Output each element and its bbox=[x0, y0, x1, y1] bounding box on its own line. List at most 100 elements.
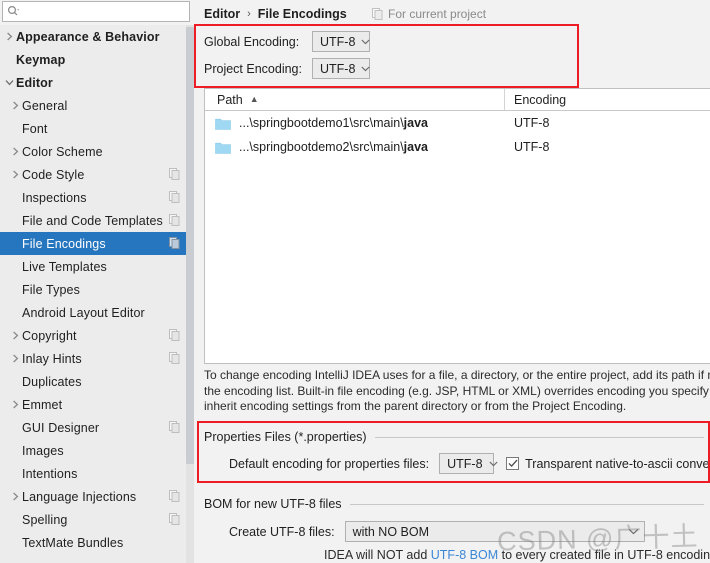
bom-create-combo[interactable]: with NO BOM bbox=[344, 521, 645, 542]
sidebar-item-label: GUI Designer bbox=[22, 420, 100, 435]
table-description-line-3: inherit encoding settings from the paren… bbox=[204, 399, 627, 413]
chevron-down-icon bbox=[2, 78, 16, 87]
chevron-down-icon bbox=[361, 39, 371, 45]
global-encoding-row: Global Encoding: UTF-8 bbox=[204, 31, 371, 52]
sidebar-item-label: File Types bbox=[22, 282, 80, 297]
section-divider bbox=[349, 503, 704, 505]
bom-create-value: with NO BOM bbox=[352, 524, 429, 539]
sidebar-item-keymap[interactable]: Keymap bbox=[0, 48, 186, 71]
properties-section-title: Properties Files (*.properties) bbox=[204, 430, 704, 444]
chevron-down-icon bbox=[361, 66, 371, 72]
cell-path-text: ...\springbootdemo2\src\main\java bbox=[239, 140, 428, 154]
cell-path: ...\springbootdemo1\src\main\java bbox=[205, 116, 505, 130]
sidebar-item-inlay-hints[interactable]: Inlay Hints bbox=[0, 347, 186, 370]
bom-hint: IDEA will NOT add UTF-8 BOM to every cre… bbox=[324, 548, 710, 562]
table-row[interactable]: ...\springbootdemo2\src\main\java UTF-8 bbox=[205, 135, 710, 159]
cell-encoding[interactable]: UTF-8 bbox=[505, 140, 710, 154]
sidebar-item-gui-designer[interactable]: GUI Designer bbox=[0, 416, 186, 439]
path-leaf: java bbox=[403, 116, 429, 130]
chevron-down-icon bbox=[628, 528, 639, 535]
search-input[interactable] bbox=[20, 4, 189, 19]
sidebar-item-label: Font bbox=[22, 121, 48, 136]
sidebar-item-live-templates[interactable]: Live Templates bbox=[0, 255, 186, 278]
project-scope-badge-icon bbox=[169, 237, 180, 249]
sidebar-item-emmet[interactable]: Emmet bbox=[0, 393, 186, 416]
project-scope-badge-icon bbox=[169, 513, 180, 525]
chevron-right-icon bbox=[2, 32, 16, 41]
path-prefix: ...\springbootdemo1\src\main\ bbox=[239, 116, 404, 130]
cell-encoding[interactable]: UTF-8 bbox=[505, 116, 710, 130]
settings-tree[interactable]: Appearance & Behavior Keymap Editor General… bbox=[0, 25, 186, 563]
sidebar-item-label: Images bbox=[22, 443, 64, 458]
sidebar-item-textmate-bundles[interactable]: TextMate Bundles bbox=[0, 531, 186, 554]
sidebar-item-label: Language Injections bbox=[22, 489, 137, 504]
sidebar-item-code-style[interactable]: Code Style bbox=[0, 163, 186, 186]
sidebar-item-inspections[interactable]: Inspections bbox=[0, 186, 186, 209]
sidebar-item-label: Emmet bbox=[22, 397, 63, 412]
folder-icon bbox=[215, 117, 231, 130]
sidebar-item-images[interactable]: Images bbox=[0, 439, 186, 462]
table-description: To change encoding IntelliJ IDEA uses fo… bbox=[204, 368, 710, 415]
settings-sidebar: Appearance & Behavior Keymap Editor General… bbox=[0, 0, 194, 563]
chevron-right-icon bbox=[8, 331, 22, 340]
cell-path-text: ...\springbootdemo1\src\main\java bbox=[239, 116, 428, 130]
sidebar-item-label: Copyright bbox=[22, 328, 77, 343]
sidebar-item-color-scheme[interactable]: Color Scheme bbox=[0, 140, 186, 163]
sidebar-item-editor[interactable]: Editor bbox=[0, 71, 186, 94]
settings-dialog: Appearance & Behavior Keymap Editor General… bbox=[0, 0, 710, 563]
project-scope-badge-icon bbox=[169, 329, 180, 341]
project-encoding-label: Project Encoding: bbox=[204, 61, 302, 76]
sidebar-item-android-layout-editor[interactable]: Android Layout Editor bbox=[0, 301, 186, 324]
cell-path: ...\springbootdemo2\src\main\java bbox=[205, 140, 505, 154]
sidebar-item-language-injections[interactable]: Language Injections bbox=[0, 485, 186, 508]
project-encoding-row: Project Encoding: UTF-8 bbox=[204, 58, 371, 79]
transparent-conversion-label: Transparent native-to-ascii conversion bbox=[525, 456, 710, 471]
sidebar-item-label: General bbox=[22, 98, 68, 113]
sidebar-item-file-encodings[interactable]: File Encodings bbox=[0, 232, 186, 255]
copy-badge-icon bbox=[372, 8, 383, 20]
chevron-right-icon bbox=[8, 170, 22, 179]
chevron-right-icon bbox=[8, 101, 22, 110]
project-scope-badge-icon bbox=[169, 168, 180, 180]
encodings-table[interactable]: Path ▲ Encoding ...\springbootdemo1\src\… bbox=[204, 88, 710, 364]
sidebar-item-copyright[interactable]: Copyright bbox=[0, 324, 186, 347]
sidebar-item-label: Color Scheme bbox=[22, 144, 103, 159]
bom-section-title-label: BOM for new UTF-8 files bbox=[204, 497, 342, 511]
sidebar-search-area bbox=[0, 0, 194, 25]
sidebar-item-general[interactable]: General bbox=[0, 94, 186, 117]
global-encoding-value: UTF-8 bbox=[320, 34, 356, 49]
sidebar-item-file-and-code-templates[interactable]: File and Code Templates bbox=[0, 209, 186, 232]
sidebar-item-duplicates[interactable]: Duplicates bbox=[0, 370, 186, 393]
bom-hint-pre: IDEA will NOT add bbox=[324, 548, 431, 562]
sidebar-item-intentions[interactable]: Intentions bbox=[0, 462, 186, 485]
project-scope-badge-icon bbox=[169, 421, 180, 433]
breadcrumb: Editor › File Encodings bbox=[204, 5, 347, 23]
settings-main-panel: Editor › File Encodings For current proj… bbox=[194, 0, 710, 563]
transparent-conversion-checkbox-row[interactable]: Transparent native-to-ascii conversion bbox=[506, 457, 710, 471]
chevron-right-icon bbox=[8, 147, 22, 156]
breadcrumb-parent[interactable]: Editor bbox=[204, 7, 240, 21]
bom-create-row: Create UTF-8 files: with NO BOM bbox=[229, 521, 645, 542]
global-encoding-combo[interactable]: UTF-8 bbox=[312, 31, 371, 52]
sidebar-scrollbar-thumb[interactable] bbox=[186, 27, 194, 464]
sidebar-item-appearance-behavior[interactable]: Appearance & Behavior bbox=[0, 25, 186, 48]
sidebar-item-font[interactable]: Font bbox=[0, 117, 186, 140]
column-header-path-label: Path bbox=[217, 92, 243, 107]
sidebar-item-spelling[interactable]: Spelling bbox=[0, 508, 186, 531]
sidebar-item-file-types[interactable]: File Types bbox=[0, 278, 186, 301]
properties-default-encoding-combo[interactable]: UTF-8 bbox=[439, 453, 498, 474]
column-header-encoding[interactable]: Encoding bbox=[505, 89, 710, 110]
project-encoding-combo[interactable]: UTF-8 bbox=[312, 58, 371, 79]
project-scope-badge-icon bbox=[169, 214, 180, 226]
search-icon bbox=[6, 5, 20, 19]
sidebar-item-label: Live Templates bbox=[22, 259, 107, 274]
project-encoding-value: UTF-8 bbox=[320, 61, 356, 76]
sidebar-item-label: File Encodings bbox=[22, 236, 106, 251]
properties-default-encoding-value: UTF-8 bbox=[447, 456, 483, 471]
bom-hint-link[interactable]: UTF-8 BOM bbox=[431, 548, 498, 562]
table-row[interactable]: ...\springbootdemo1\src\main\java UTF-8 bbox=[205, 111, 710, 135]
transparent-conversion-checkbox[interactable] bbox=[506, 457, 520, 470]
column-header-path[interactable]: Path ▲ bbox=[205, 89, 505, 110]
search-box[interactable] bbox=[2, 1, 190, 22]
sidebar-item-label: Code Style bbox=[22, 167, 85, 182]
